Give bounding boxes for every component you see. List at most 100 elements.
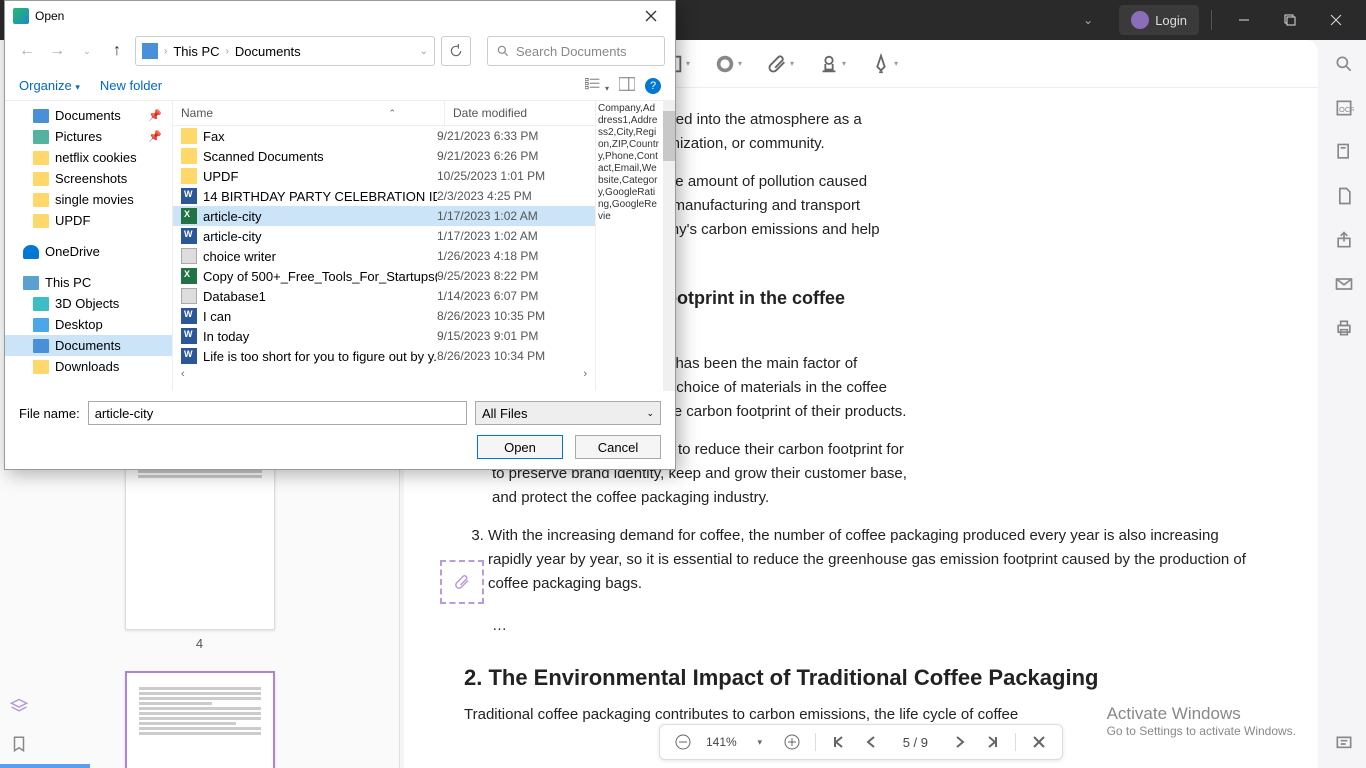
dialog-close-button[interactable]	[635, 4, 667, 28]
up-button[interactable]: ↑	[105, 39, 129, 63]
preview-scrollbar[interactable]	[663, 101, 675, 391]
folder-icon	[33, 360, 49, 374]
tree-label: Desktop	[55, 317, 103, 332]
maximize-button[interactable]	[1270, 4, 1310, 36]
tree-item[interactable]: 3D Objects	[5, 293, 172, 314]
back-button[interactable]: ←	[15, 39, 39, 63]
file-row[interactable]: Database11/14/2023 6:07 PM	[173, 286, 595, 306]
thumbnail-page-5[interactable]: 5	[10, 671, 389, 768]
tree-item[interactable]: single movies	[5, 189, 172, 210]
tree-item[interactable]: Screenshots	[5, 168, 172, 189]
last-page-button[interactable]	[983, 733, 1001, 751]
page-indicator[interactable]: 5 / 9	[894, 732, 937, 753]
help-icon[interactable]: ?	[645, 78, 661, 94]
open-button[interactable]: Open	[477, 435, 563, 459]
organize-button[interactable]: Organize ▾	[19, 78, 80, 93]
titlebar-chevron-icon[interactable]: ⌄	[1083, 13, 1093, 27]
file-row[interactable]: I can8/26/2023 10:35 PM	[173, 306, 595, 326]
thumbnail-page-4[interactable]: 4	[10, 440, 389, 651]
tree-label: single movies	[55, 192, 134, 207]
file-name-input[interactable]	[88, 401, 467, 425]
ellipsis: …	[492, 614, 1258, 638]
close-button[interactable]	[1316, 4, 1356, 36]
breadcrumb-dropdown-icon[interactable]: ⌄	[420, 46, 428, 57]
prev-page-button[interactable]	[862, 733, 880, 751]
folder-icon	[33, 172, 49, 186]
crop-icon[interactable]	[1334, 142, 1354, 162]
close-nav-button[interactable]	[1030, 733, 1048, 751]
share-icon[interactable]	[1334, 230, 1354, 250]
ai-sparkle-icon[interactable]	[1334, 680, 1354, 700]
tree-item[interactable]: This PC	[5, 272, 172, 293]
preview-pane-button[interactable]	[619, 77, 635, 94]
folder-tree[interactable]: Documents📌Pictures📌netflix cookiesScreen…	[5, 101, 173, 391]
mail-icon[interactable]	[1334, 274, 1354, 294]
recent-button[interactable]: ⌄	[75, 39, 99, 63]
word-icon	[181, 308, 197, 324]
minimize-button[interactable]	[1224, 4, 1264, 36]
attach-tool[interactable]: ▾	[766, 53, 794, 75]
next-page-button[interactable]	[951, 733, 969, 751]
signature-tool[interactable]: ▾	[870, 53, 898, 75]
file-row[interactable]: 14 BIRTHDAY PARTY CELEBRATION IDEAS...2/…	[173, 186, 595, 206]
color-tool[interactable]: ▾	[714, 53, 742, 75]
print-icon[interactable]	[1334, 318, 1354, 338]
file-row[interactable]: Copy of 500+_Free_Tools_For_Startups(1)9…	[173, 266, 595, 286]
comment-icon[interactable]	[1334, 734, 1354, 754]
view-mode-button[interactable]: ▾	[585, 77, 609, 94]
pen-icon	[870, 53, 892, 75]
zoom-out-button[interactable]	[674, 733, 692, 751]
folder-icon	[181, 168, 197, 184]
file-row[interactable]: Life is too short for you to figure out …	[173, 346, 595, 366]
stamp-tool[interactable]: ▾	[818, 53, 846, 75]
file-open-dialog: Open ← → ⌄ ↑ › This PC › Documents ⌄ Sea…	[4, 0, 676, 470]
file-row[interactable]: Fax9/21/2023 6:33 PM	[173, 126, 595, 146]
tree-item[interactable]: netflix cookies	[5, 147, 172, 168]
first-page-button[interactable]	[830, 733, 848, 751]
column-name[interactable]: Name⌃	[173, 101, 445, 125]
file-row[interactable]: UPDF10/25/2023 1:01 PM	[173, 166, 595, 186]
tree-item[interactable]: OneDrive	[5, 241, 172, 262]
breadcrumb-segment[interactable]: Documents	[235, 44, 301, 59]
zoom-in-button[interactable]	[783, 733, 801, 751]
page-icon[interactable]	[1334, 186, 1354, 206]
file-name: choice writer	[203, 249, 276, 264]
doc-icon	[33, 339, 49, 353]
tree-item[interactable]: UPDF	[5, 210, 172, 231]
generic-icon	[181, 288, 197, 304]
bookmark-icon[interactable]	[10, 735, 28, 758]
file-name: In today	[203, 329, 249, 344]
file-row[interactable]: article-city1/17/2023 1:02 AM	[173, 206, 595, 226]
tree-item[interactable]: Downloads	[5, 356, 172, 377]
breadcrumb[interactable]: › This PC › Documents ⌄	[135, 36, 435, 66]
layers-icon[interactable]	[10, 698, 28, 721]
svg-text:OCR: OCR	[1339, 105, 1354, 114]
search-input[interactable]: Search Documents	[487, 36, 665, 66]
login-button[interactable]: Login	[1119, 5, 1199, 35]
tree-item[interactable]: Desktop	[5, 314, 172, 335]
new-folder-button[interactable]: New folder	[100, 78, 162, 93]
dialog-nav: ← → ⌄ ↑ › This PC › Documents ⌄ Search D…	[5, 31, 675, 71]
file-row[interactable]: In today9/15/2023 9:01 PM	[173, 326, 595, 346]
file-type-select[interactable]: All Files⌄	[475, 401, 661, 425]
refresh-button[interactable]	[441, 36, 471, 66]
forward-button[interactable]: →	[45, 39, 69, 63]
tree-item[interactable]: Documents	[5, 335, 172, 356]
login-label: Login	[1155, 13, 1187, 28]
zoom-level: 141%	[706, 735, 737, 749]
column-date[interactable]: Date modified	[445, 101, 595, 125]
tree-item[interactable]: Pictures📌	[5, 126, 172, 147]
ocr-icon[interactable]: OCR	[1334, 98, 1354, 118]
search-icon[interactable]	[1334, 54, 1354, 74]
file-row[interactable]: choice writer1/26/2023 4:18 PM	[173, 246, 595, 266]
tree-item[interactable]: Documents📌	[5, 105, 172, 126]
file-list[interactable]: Name⌃ Date modified Fax9/21/2023 6:33 PM…	[173, 101, 595, 391]
attachment-placeholder[interactable]	[440, 560, 484, 604]
file-row[interactable]: article-city1/17/2023 1:02 AM	[173, 226, 595, 246]
zoom-dropdown-icon[interactable]: ▾	[751, 733, 769, 751]
cancel-button[interactable]: Cancel	[575, 435, 661, 459]
file-row[interactable]: Scanned Documents9/21/2023 6:26 PM	[173, 146, 595, 166]
file-date: 10/25/2023 1:01 PM	[437, 169, 587, 183]
breadcrumb-segment[interactable]: This PC	[173, 44, 219, 59]
horizontal-scrollbar[interactable]: ‹›	[173, 366, 595, 382]
